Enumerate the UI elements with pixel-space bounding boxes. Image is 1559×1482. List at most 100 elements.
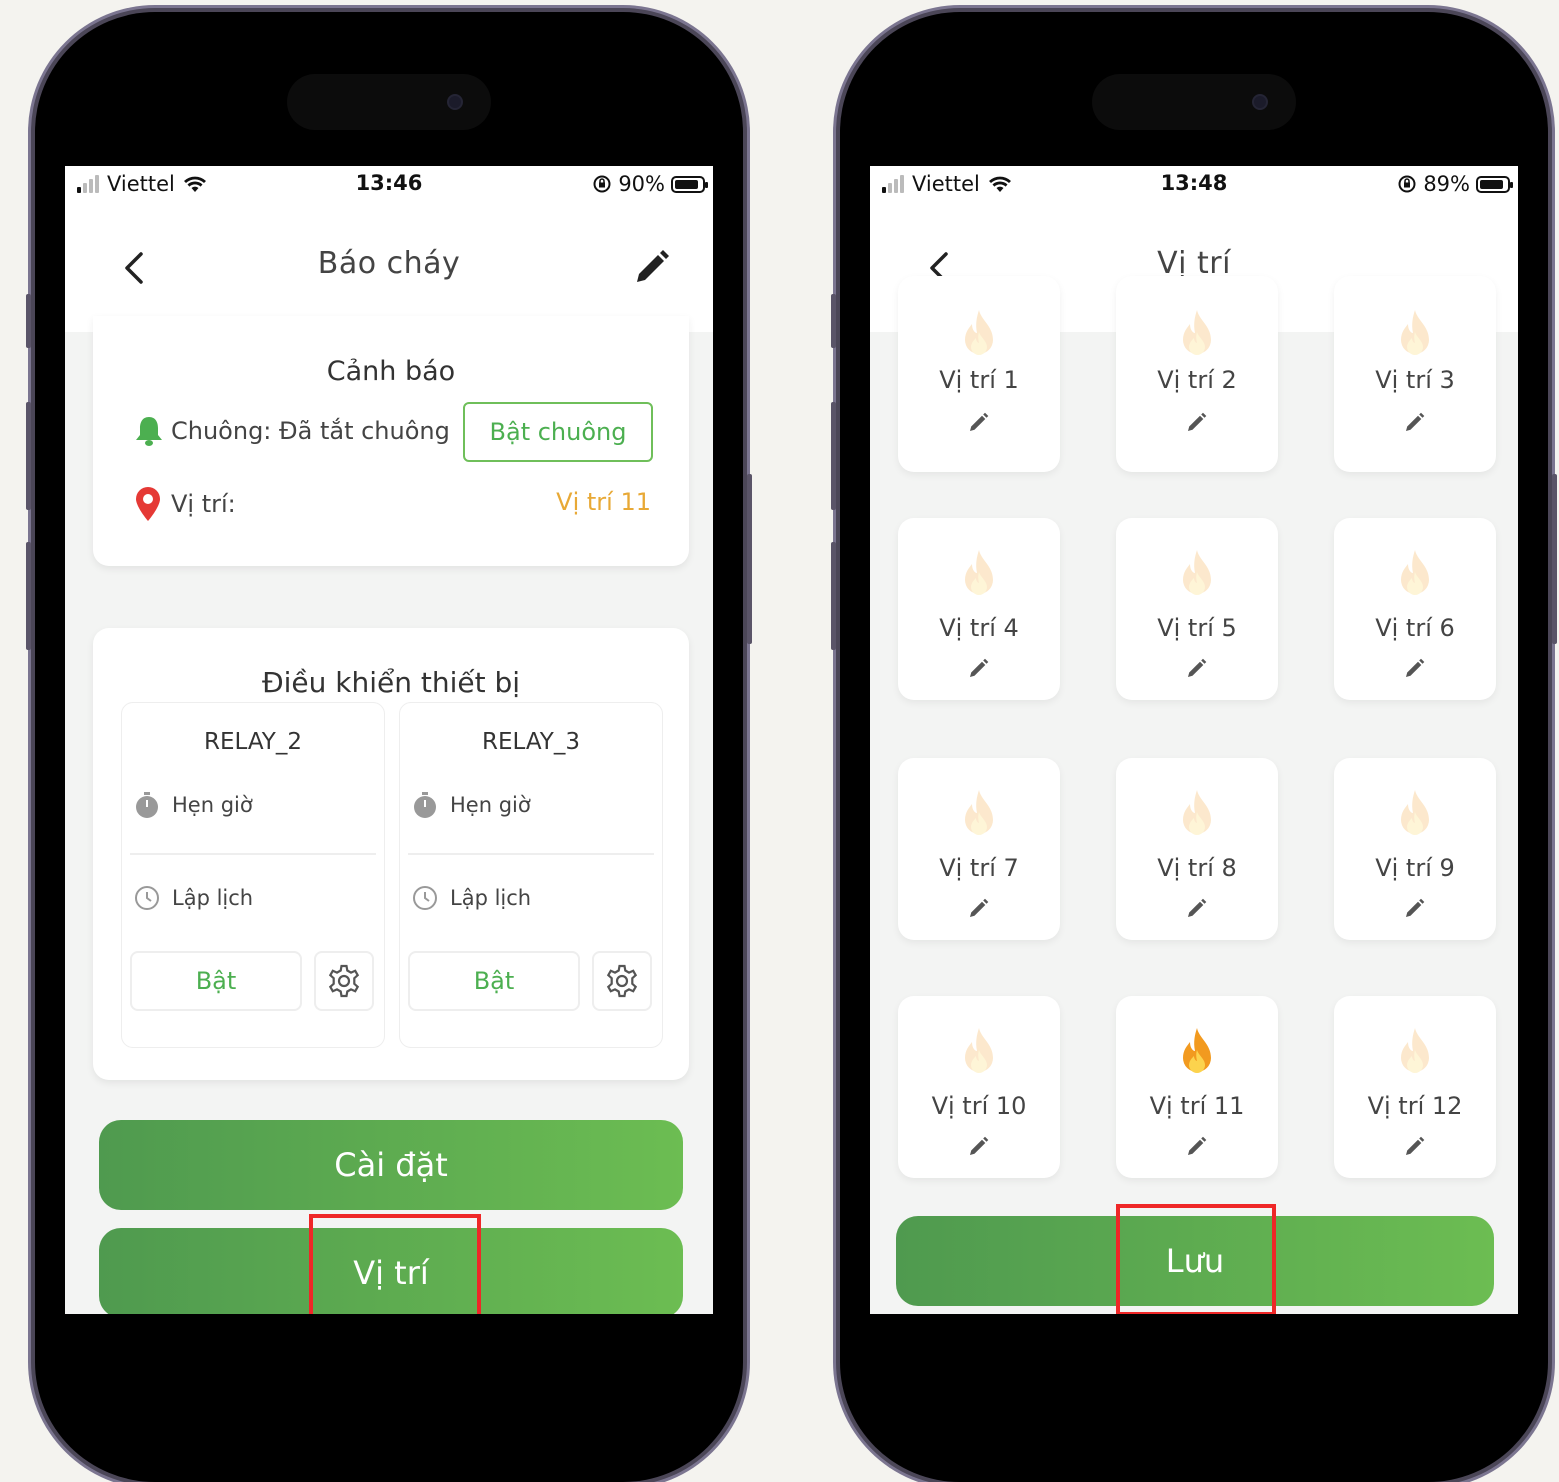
screen-location-picker: Viettel 13:48 89% Vị trí Vị trí 1 Vị trí … [870, 166, 1518, 1314]
relay-settings-button[interactable] [314, 951, 374, 1011]
edit-pencil-icon[interactable] [1185, 410, 1209, 434]
highlight-box [1116, 1204, 1276, 1314]
flame-icon [1401, 310, 1429, 355]
location-label: Vị trí 6 [1375, 614, 1455, 642]
relay-on-button[interactable]: Bật [408, 951, 580, 1011]
divider [408, 853, 654, 855]
edit-pencil-icon[interactable] [1403, 656, 1427, 680]
flame-icon [1183, 550, 1211, 595]
relay-name: RELAY_3 [482, 729, 580, 755]
relay-card: RELAY_3 Hẹn giờ Lập lịch Bật [399, 702, 663, 1048]
location-label: Vị trí 10 [931, 1092, 1027, 1120]
flame-icon [1183, 310, 1211, 355]
phone-frame-right: Viettel 13:48 89% Vị trí Vị trí 1 Vị trí … [831, 12, 1557, 1482]
edit-pencil-icon[interactable] [1185, 896, 1209, 920]
dynamic-island [1092, 74, 1296, 130]
highlight-box [309, 1214, 481, 1314]
edit-pencil-icon[interactable] [967, 1134, 991, 1158]
stopwatch-icon [136, 792, 158, 818]
nav-bar: Báo cháy [65, 204, 713, 332]
mute-switch [831, 294, 836, 348]
bell-icon [136, 417, 162, 446]
location-tile[interactable]: Vị trí 1 [898, 276, 1060, 472]
clock-icon [413, 886, 437, 910]
timer-row[interactable]: Hẹn giờ [134, 791, 253, 819]
location-tile[interactable]: Vị trí 12 [1334, 996, 1496, 1178]
rotation-lock-icon [593, 175, 611, 193]
location-grid: Vị trí 1 Vị trí 2 Vị trí 3 Vị trí 4 Vị trí 5… [870, 276, 1518, 1314]
flame-icon [1401, 550, 1429, 595]
location-tile[interactable]: Vị trí 7 [898, 758, 1060, 940]
location-pin-icon [136, 487, 160, 521]
flame-icon [1183, 790, 1211, 835]
edit-pencil-icon[interactable] [1403, 1134, 1427, 1158]
power-button [747, 474, 752, 644]
timer-row[interactable]: Hẹn giờ [412, 791, 531, 819]
location-label: Vị trí 2 [1157, 366, 1237, 394]
device-control-card: Điều khiển thiết bị RELAY_2 Hẹn giờ Lập … [93, 628, 689, 1080]
edit-pencil-icon[interactable] [1403, 896, 1427, 920]
divider [130, 853, 376, 855]
flame-icon [965, 1028, 993, 1073]
location-tile[interactable]: Vị trí 4 [898, 518, 1060, 700]
edit-pencil-icon[interactable] [967, 896, 991, 920]
flame-icon [965, 550, 993, 595]
settings-button[interactable]: Cài đặt [99, 1120, 683, 1210]
gear-icon [606, 964, 638, 998]
phone-frame-left: Viettel 13:46 90% Báo cháy Cảnh báo Chuô… [26, 12, 752, 1482]
edit-pencil-icon[interactable] [1185, 656, 1209, 680]
location-tile[interactable]: Vị trí 2 [1116, 276, 1278, 472]
battery-percent: 90% [618, 172, 665, 196]
location-label: Vị trí 12 [1367, 1092, 1463, 1120]
relay-card: RELAY_2 Hẹn giờ Lập lịch Bật [121, 702, 385, 1048]
location-tile[interactable]: Vị trí 8 [1116, 758, 1278, 940]
edit-pencil-icon[interactable] [967, 410, 991, 434]
location-row: Vị trí: [133, 486, 236, 522]
location-value: Vị trí 11 [556, 488, 651, 516]
location-label: Vị trí 11 [1149, 1092, 1245, 1120]
gear-icon [328, 964, 360, 998]
edit-pencil-icon[interactable] [1403, 410, 1427, 434]
clock-icon [135, 886, 159, 910]
location-tile[interactable]: Vị trí 10 [898, 996, 1060, 1178]
edit-pencil-icon[interactable] [967, 656, 991, 680]
battery-icon [671, 175, 708, 193]
dynamic-island [287, 74, 491, 130]
location-label: Vị trí 1 [939, 366, 1019, 394]
location-label: Vị trí 7 [939, 854, 1019, 882]
status-bar: Viettel 13:46 90% [65, 166, 713, 204]
edit-pencil-icon[interactable] [1185, 1134, 1209, 1158]
volume-down-button [831, 542, 836, 650]
relay-settings-button[interactable] [592, 951, 652, 1011]
location-tile[interactable]: Vị trí 6 [1334, 518, 1496, 700]
flame-icon [965, 790, 993, 835]
location-tile[interactable]: Vị trí 3 [1334, 276, 1496, 472]
edit-pencil-icon[interactable] [629, 246, 673, 290]
device-control-title: Điều khiển thiết bị [261, 666, 521, 699]
turn-on-bell-button[interactable]: Bật chuông [463, 402, 653, 462]
location-label: Vị trí 9 [1375, 854, 1455, 882]
relay-name: RELAY_2 [204, 729, 302, 755]
flame-icon [965, 310, 993, 355]
relay-on-button[interactable]: Bật [130, 951, 302, 1011]
status-bar: Viettel 13:48 89% [870, 166, 1518, 204]
volume-up-button [26, 402, 31, 510]
location-tile[interactable]: Vị trí 5 [1116, 518, 1278, 700]
bell-status-row: Chuông: Đã tắt chuông [133, 414, 450, 448]
mute-switch [26, 294, 31, 348]
battery-icon [1476, 175, 1513, 193]
alert-title: Cảnh báo [326, 356, 456, 387]
flame-icon [1401, 1028, 1429, 1073]
location-label: Vị trí 8 [1157, 854, 1237, 882]
stopwatch-icon [414, 792, 436, 818]
schedule-row[interactable]: Lập lịch [412, 885, 531, 911]
schedule-row[interactable]: Lập lịch [134, 885, 253, 911]
bell-status-label: Chuông: Đã tắt chuông [171, 417, 450, 445]
location-label: Vị trí: [171, 490, 236, 518]
volume-down-button [26, 542, 31, 650]
location-tile[interactable]: Vị trí 9 [1334, 758, 1496, 940]
location-tile[interactable]: Vị trí 11 [1116, 996, 1278, 1178]
battery-percent: 89% [1423, 172, 1470, 196]
timer-label: Hẹn giờ [450, 793, 531, 817]
schedule-label: Lập lịch [172, 886, 254, 910]
